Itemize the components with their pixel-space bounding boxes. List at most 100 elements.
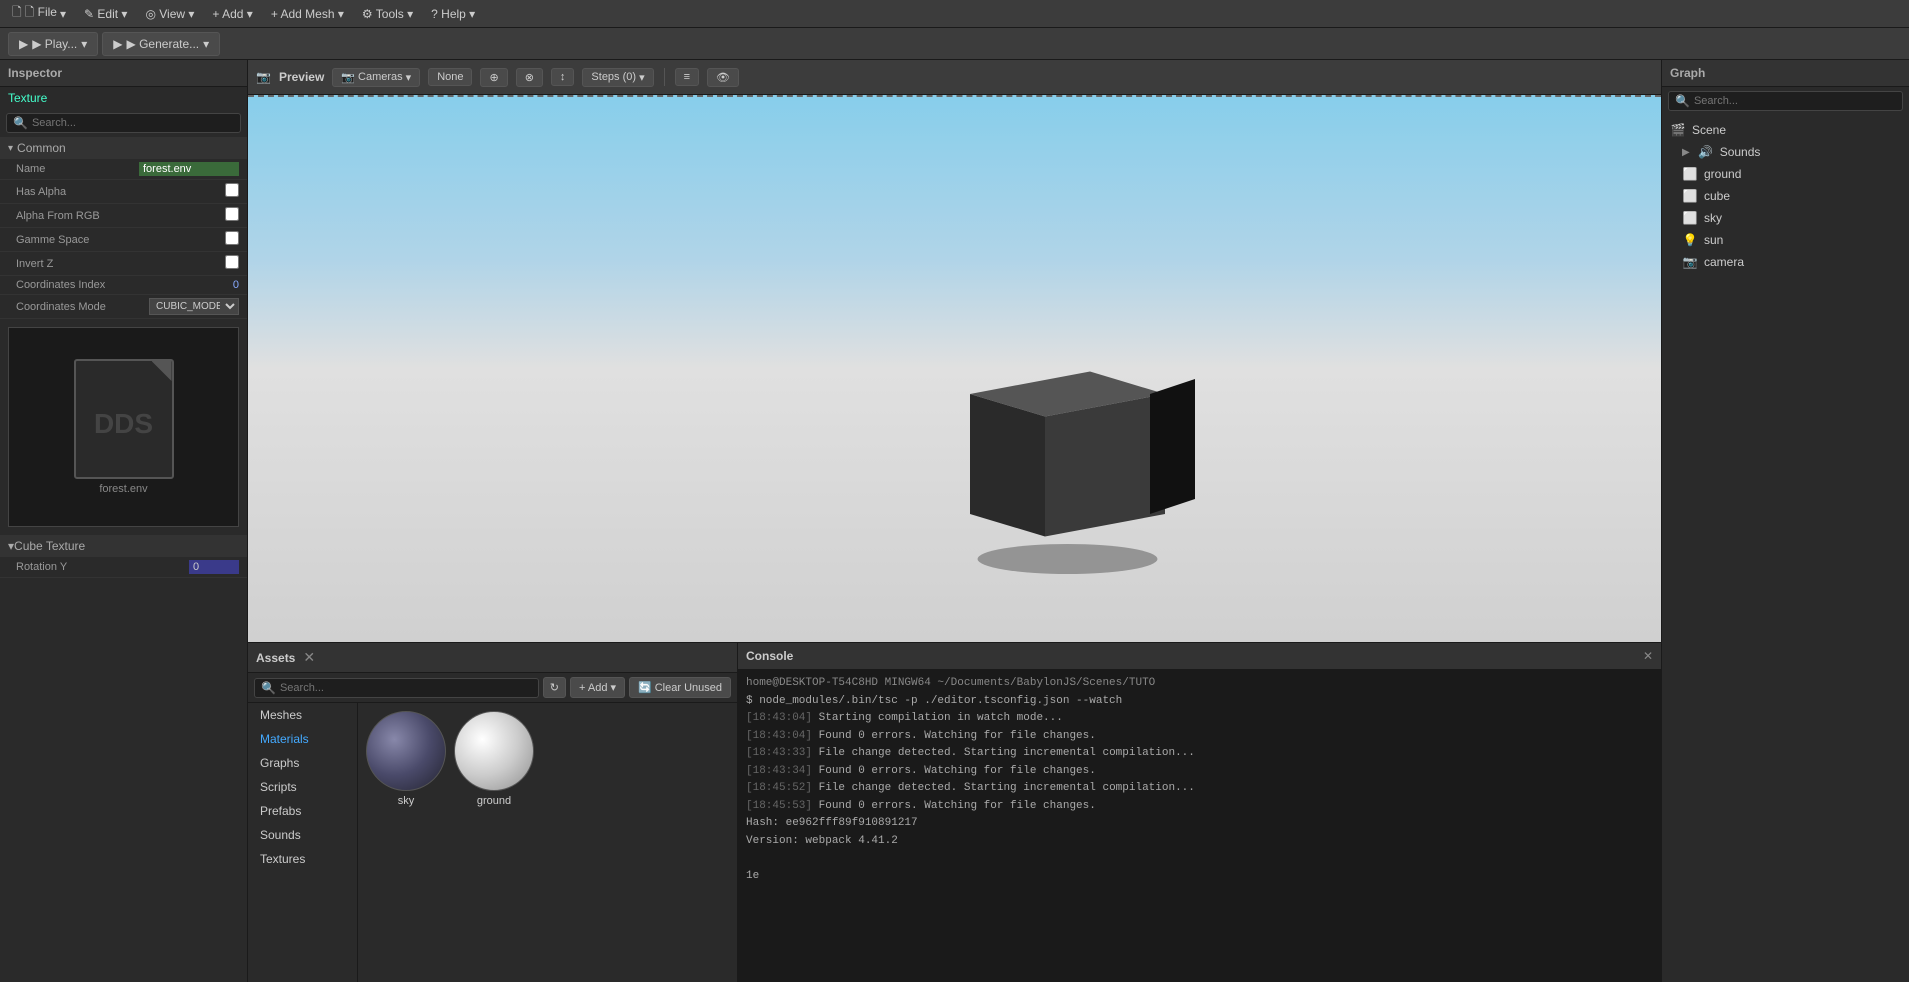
ground-material-thumb <box>454 711 534 791</box>
assets-search-box: 🔍 <box>254 678 539 698</box>
console-line: Hash: ee962fff89f910891217 <box>746 815 1653 832</box>
menu-bar: 🗋 🗋 File ▾ ✎ Edit ▾ ◎ View ▾ + Add ▾ + A… <box>0 0 1909 28</box>
cube-scene <box>895 329 1195 582</box>
graph-search-box: 🔍 <box>1668 91 1903 111</box>
cameras-button[interactable]: 📷 Cameras ▾ <box>332 68 420 87</box>
tree-item-camera[interactable]: 📷 camera <box>1662 251 1909 273</box>
material-ground[interactable]: ground <box>454 711 534 807</box>
search-icon: 🔍 <box>13 116 28 130</box>
graph-header: Graph <box>1662 60 1909 87</box>
tree-item-cube[interactable]: ⬜ cube <box>1662 185 1909 207</box>
eye-icon-button[interactable]: 👁 <box>707 68 739 87</box>
assets-nav-scripts[interactable]: Scripts <box>248 775 357 799</box>
assets-nav-sounds[interactable]: Sounds <box>248 823 357 847</box>
assets-nav-textures[interactable]: Textures <box>248 847 357 871</box>
console-close-button[interactable]: ✕ <box>1643 649 1653 663</box>
console-header: Console ✕ <box>738 643 1661 670</box>
tree-item-scene[interactable]: 🎬 Scene <box>1662 119 1909 141</box>
graph-search-input[interactable] <box>1694 95 1896 107</box>
has-alpha-checkbox[interactable] <box>225 183 239 197</box>
assets-toolbar: 🔍 ↻ + Add ▾ 🔄 Clear Unused <box>248 673 737 703</box>
menu-tools[interactable]: ⚙ Tools ▾ <box>354 4 421 24</box>
prop-invert-z: Invert Z <box>0 252 247 276</box>
console-line: 1e <box>746 868 1653 885</box>
inspector-panel: Inspector Texture 🔍 ▾ Common Name Has Al… <box>0 60 248 982</box>
file-icon: 🗋 <box>12 3 22 24</box>
tree-item-sky[interactable]: ⬜ sky <box>1662 207 1909 229</box>
assets-grid: sky ground <box>358 703 737 982</box>
main-layout: Inspector Texture 🔍 ▾ Common Name Has Al… <box>0 60 1909 982</box>
play-button[interactable]: ▶ ▶ Play... ▾ <box>8 32 98 56</box>
menu-view[interactable]: ◎ View ▾ <box>137 4 202 24</box>
camera-tree-icon: 📷 <box>1682 255 1698 269</box>
assets-search-input[interactable] <box>280 682 532 694</box>
generate-icon: ▶ <box>113 37 122 51</box>
cube-texture-header[interactable]: ▾ Cube Texture <box>0 535 247 557</box>
prop-rotation-y: Rotation Y <box>0 557 247 578</box>
steps-button[interactable]: Steps (0) ▾ <box>582 68 653 87</box>
assets-refresh-button[interactable]: ↻ <box>543 677 566 698</box>
refresh-icon: ↻ <box>550 681 559 694</box>
move-icon-button[interactable]: ⊕ <box>480 68 507 87</box>
play-icon: ▶ <box>19 37 28 51</box>
menu-edit[interactable]: ✎ Edit ▾ <box>76 4 135 24</box>
inspector-header: Inspector <box>0 60 247 87</box>
console-panel: Console ✕ home@DESKTOP-T54C8HD MINGW64 ~… <box>738 643 1661 982</box>
ground-icon: ⬜ <box>1682 167 1698 181</box>
alpha-from-rgb-checkbox[interactable] <box>225 207 239 221</box>
console-line <box>746 850 1653 867</box>
invert-z-checkbox[interactable] <box>225 255 239 269</box>
cube-icon: ⬜ <box>1682 189 1698 203</box>
dds-preview: DDS forest.env <box>8 327 239 527</box>
assets-nav-meshes[interactable]: Meshes <box>248 703 357 727</box>
tree-item-ground[interactable]: ⬜ ground <box>1662 163 1909 185</box>
sky-material-thumb <box>366 711 446 791</box>
graph-panel: Graph 🔍 🎬 Scene ▶ 🔊 Sounds ⬜ ground <box>1661 60 1909 982</box>
sky-icon: ⬜ <box>1682 211 1698 225</box>
console-line: [18:43:33] File change detected. Startin… <box>746 745 1653 762</box>
assets-add-button[interactable]: + Add ▾ <box>570 677 625 698</box>
gamme-space-checkbox[interactable] <box>225 231 239 245</box>
assets-nav-graphs[interactable]: Graphs <box>248 751 357 775</box>
assets-nav-materials[interactable]: Materials <box>248 727 357 751</box>
console-content[interactable]: home@DESKTOP-T54C8HD MINGW64 ~/Documents… <box>738 670 1661 982</box>
generate-button[interactable]: ▶ ▶ Generate... ▾ <box>102 32 220 56</box>
prop-alpha-from-rgb: Alpha From RGB <box>0 204 247 228</box>
console-line: home@DESKTOP-T54C8HD MINGW64 ~/Documents… <box>746 675 1653 692</box>
clear-unused-button[interactable]: 🔄 Clear Unused <box>629 677 731 698</box>
tree-item-sun[interactable]: 💡 sun <box>1662 229 1909 251</box>
name-input[interactable] <box>139 162 239 176</box>
inspector-search-input[interactable] <box>32 117 234 129</box>
preview-canvas[interactable] <box>248 95 1661 642</box>
menu-file[interactable]: 🗋 🗋 File ▾ <box>4 0 74 27</box>
menu-help[interactable]: ? Help ▾ <box>423 4 483 24</box>
cameras-dropdown-icon: ▾ <box>406 71 412 84</box>
none-button[interactable]: None <box>428 68 472 86</box>
dds-icon: DDS forest.env <box>74 359 174 495</box>
dds-filename: forest.env <box>74 483 174 495</box>
material-sky[interactable]: sky <box>366 711 446 807</box>
console-line: [18:45:52] File change detected. Startin… <box>746 780 1653 797</box>
tree-item-sounds[interactable]: ▶ 🔊 Sounds <box>1662 141 1909 163</box>
console-line: [18:43:04] Starting compilation in watch… <box>746 710 1653 727</box>
sounds-icon: 🔊 <box>1698 145 1714 159</box>
prop-name: Name <box>0 159 247 180</box>
rotation-y-input[interactable] <box>189 560 239 574</box>
assets-nav-prefabs[interactable]: Prefabs <box>248 799 357 823</box>
graph-search-icon: 🔍 <box>1675 94 1690 108</box>
common-section-header[interactable]: ▾ Common <box>0 137 247 159</box>
menu-add-mesh[interactable]: + Add Mesh ▾ <box>263 4 352 24</box>
menu-add[interactable]: + Add ▾ <box>204 4 260 24</box>
cameras-btn-icon: 📷 <box>341 71 355 84</box>
scale-icon-button[interactable]: ↕ <box>551 68 575 86</box>
preview-dashed-line <box>248 95 1661 97</box>
center-area: 📷 Preview 📷 Cameras ▾ None ⊕ ⊗ ↕ Steps (… <box>248 60 1661 982</box>
coordinates-mode-select[interactable]: CUBIC_MODE <box>149 298 239 315</box>
assets-header: Assets ✕ <box>248 643 737 673</box>
rotate-icon-button[interactable]: ⊗ <box>516 68 543 87</box>
assets-sidebar: Meshes Materials Graphs Scripts Prefabs <box>248 703 358 982</box>
assets-close-button[interactable]: ✕ <box>303 649 729 666</box>
cube-svg <box>895 329 1195 579</box>
add-dropdown-icon: ▾ <box>610 681 616 694</box>
menu-icon-button[interactable]: ≡ <box>675 68 699 86</box>
